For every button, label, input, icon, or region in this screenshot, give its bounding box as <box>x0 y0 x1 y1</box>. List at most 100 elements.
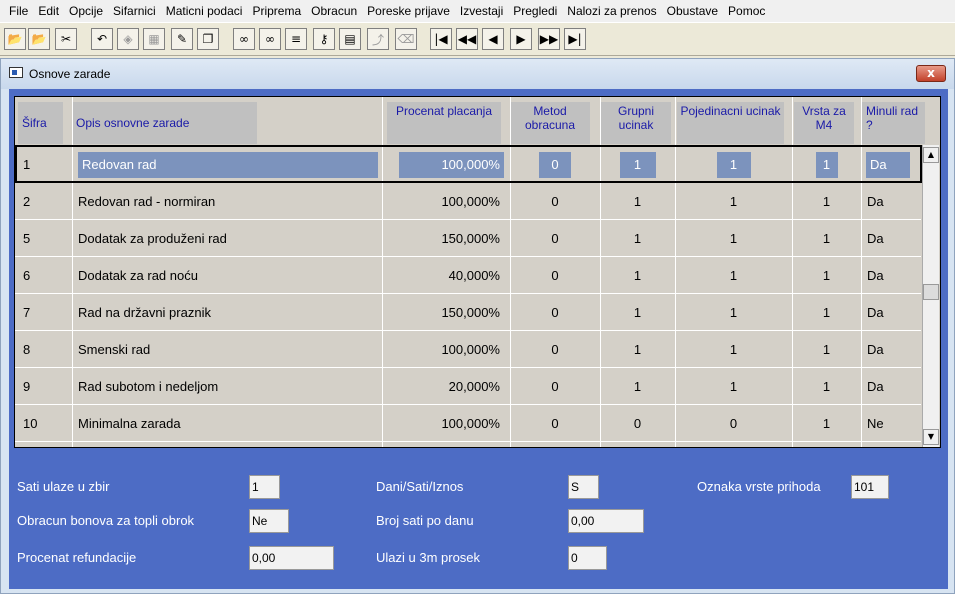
open-folder-icon[interactable]: 📂 <box>4 28 26 50</box>
cell-pojedinacni[interactable]: 1 <box>675 257 792 294</box>
menu-opcije[interactable]: Opcije <box>64 4 108 18</box>
cell-grupni[interactable]: 1 <box>600 331 675 368</box>
dani-sati-iznos-input[interactable]: S <box>568 475 599 499</box>
list-icon[interactable]: ≡ <box>285 28 307 50</box>
cell-pojedinacni[interactable]: 1 <box>675 368 792 405</box>
cell-grupni[interactable]: 1 <box>600 294 675 331</box>
scroll-thumb[interactable] <box>923 284 939 300</box>
cell-minuli-rad[interactable]: Da <box>861 331 921 368</box>
selected-cell-value[interactable]: Redovan rad <box>78 151 378 178</box>
menu-sifarnici[interactable]: Sifarnici <box>108 4 161 18</box>
header-vrsta-m4[interactable]: Vrsta za M4 <box>794 102 854 144</box>
cell-procenat[interactable]: 100,000% <box>382 183 510 220</box>
scroll-up-icon[interactable]: ▲ <box>923 147 939 163</box>
cell-pojedinacni[interactable]: 1 <box>675 331 792 368</box>
scroll-down-icon[interactable]: ▼ <box>923 429 939 445</box>
cell-sifra[interactable]: 1 <box>15 146 72 183</box>
cell-grupni[interactable]: 1 <box>600 146 675 183</box>
cell-vrsta-m4[interactable]: 1 <box>792 183 861 220</box>
broj-sati-input[interactable]: 0,00 <box>568 509 644 533</box>
cell-vrsta-m4[interactable]: 1 <box>792 405 861 442</box>
cell-grupni[interactable]: 1 <box>600 183 675 220</box>
menu-pomoc[interactable]: Pomoc <box>723 4 770 18</box>
cell-vrsta-m4[interactable]: 1 <box>792 368 861 405</box>
folder-icon[interactable]: 📂 <box>28 28 50 50</box>
menu-obracun[interactable]: Obracun <box>306 4 362 18</box>
cell-pojedinacni[interactable]: 1 <box>675 220 792 257</box>
cell-sifra[interactable]: 5 <box>15 220 72 257</box>
cell-procenat[interactable]: 100,000% <box>382 405 510 442</box>
prev-record-icon[interactable]: ◀ <box>482 28 504 50</box>
cell-vrsta-m4[interactable]: 1 <box>792 220 861 257</box>
selected-cell-value[interactable]: 1 <box>619 151 656 178</box>
cell-procenat[interactable]: 150,000% <box>382 294 510 331</box>
sati-ulaze-input[interactable]: 1 <box>249 475 280 499</box>
cell-procenat[interactable]: 100,000% <box>382 331 510 368</box>
cell-minuli-rad[interactable]: Da <box>861 294 921 331</box>
refundacija-input[interactable]: 0,00 <box>249 546 334 570</box>
cell-procenat[interactable]: 150,000% <box>382 220 510 257</box>
cell-metod[interactable]: 0 <box>510 294 600 331</box>
selected-cell-value[interactable]: 1 <box>716 151 751 178</box>
cell-vrsta-m4[interactable]: 1 <box>792 146 861 183</box>
cell-sifra[interactable]: 2 <box>15 183 72 220</box>
menu-izvestaji[interactable]: Izvestaji <box>455 4 508 18</box>
cell-minuli-rad[interactable]: Da <box>861 368 921 405</box>
cell-pojedinacni[interactable]: 1 <box>675 183 792 220</box>
cell-sifra[interactable]: 6 <box>15 257 72 294</box>
cell-minuli-rad[interactable]: Da <box>861 220 921 257</box>
last-record-icon[interactable]: ▶| <box>564 28 586 50</box>
cell-opis[interactable]: Minimalna zarada <box>72 405 382 442</box>
header-opis[interactable]: Opis osnovne zarade <box>72 102 257 144</box>
binoculars-icon[interactable]: ∞ <box>233 28 255 50</box>
cell-vrsta-m4[interactable]: 1 <box>792 257 861 294</box>
cell-vrsta-m4[interactable]: 1 <box>792 331 861 368</box>
table-icon[interactable]: ▤ <box>339 28 361 50</box>
header-metod[interactable]: Metod obracuna <box>510 102 590 144</box>
selected-cell-value[interactable]: 100,000% <box>399 151 504 178</box>
prev-page-icon[interactable]: ◀◀ <box>456 28 478 50</box>
cell-metod[interactable]: 0 <box>510 146 600 183</box>
diamond-icon[interactable]: ◈ <box>117 28 139 50</box>
next-page-icon[interactable]: ▶▶ <box>538 28 560 50</box>
selected-cell-value[interactable]: 1 <box>815 151 838 178</box>
cell-grupni[interactable]: 1 <box>600 220 675 257</box>
cell-opis[interactable]: Smenski rad <box>72 331 382 368</box>
vertical-scrollbar[interactable]: ▲ ▼ <box>922 145 939 447</box>
cell-procenat[interactable]: 40,000% <box>382 257 510 294</box>
cell-sifra[interactable]: 7 <box>15 294 72 331</box>
cell-grupni[interactable]: 0 <box>600 405 675 442</box>
menu-poreske-prijave[interactable]: Poreske prijave <box>362 4 455 18</box>
close-button[interactable]: x <box>916 65 946 82</box>
cell-metod[interactable]: 0 <box>510 183 600 220</box>
cell-minuli-rad[interactable]: Ne <box>861 405 921 442</box>
cell-minuli-rad[interactable]: Da <box>861 257 921 294</box>
cell-metod[interactable]: 0 <box>510 331 600 368</box>
cell-opis[interactable]: Dodatak za rad noću <box>72 257 382 294</box>
cell-metod[interactable]: 0 <box>510 257 600 294</box>
eraser-icon[interactable]: ⌫ <box>395 28 417 50</box>
cell-procenat[interactable]: 20,000% <box>382 368 510 405</box>
cell-sifra[interactable]: 9 <box>15 368 72 405</box>
first-record-icon[interactable]: |◀ <box>430 28 452 50</box>
cell-metod[interactable]: 0 <box>510 220 600 257</box>
prosek-input[interactable]: 0 <box>568 546 607 570</box>
cell-metod[interactable]: 0 <box>510 368 600 405</box>
cell-opis[interactable]: Rad subotom i nedeljom <box>72 368 382 405</box>
menu-pregledi[interactable]: Pregledi <box>508 4 562 18</box>
selected-cell-value[interactable]: 0 <box>539 151 571 178</box>
menu-nalozi-za-prenos[interactable]: Nalozi za prenos <box>562 4 661 18</box>
cell-opis[interactable]: Rad na državni praznik <box>72 294 382 331</box>
cell-sifra[interactable]: 10 <box>15 405 72 442</box>
cell-sifra[interactable]: 8 <box>15 331 72 368</box>
menu-file[interactable]: File <box>4 4 33 18</box>
cell-minuli-rad[interactable]: Da <box>861 146 921 183</box>
cell-minuli-rad[interactable]: Da <box>861 183 921 220</box>
header-minuli-rad[interactable]: Minuli rad ? <box>862 102 925 144</box>
oznaka-prihoda-input[interactable]: 101 <box>851 475 889 499</box>
key-icon[interactable]: ⚷ <box>313 28 335 50</box>
header-grupni[interactable]: Grupni ucinak <box>601 102 671 144</box>
cell-opis[interactable]: Redovan rad - normiran <box>72 183 382 220</box>
header-pojedinacni[interactable]: Pojedinacni ucinak <box>677 102 784 144</box>
cell-procenat[interactable]: 100,000% <box>382 146 510 183</box>
